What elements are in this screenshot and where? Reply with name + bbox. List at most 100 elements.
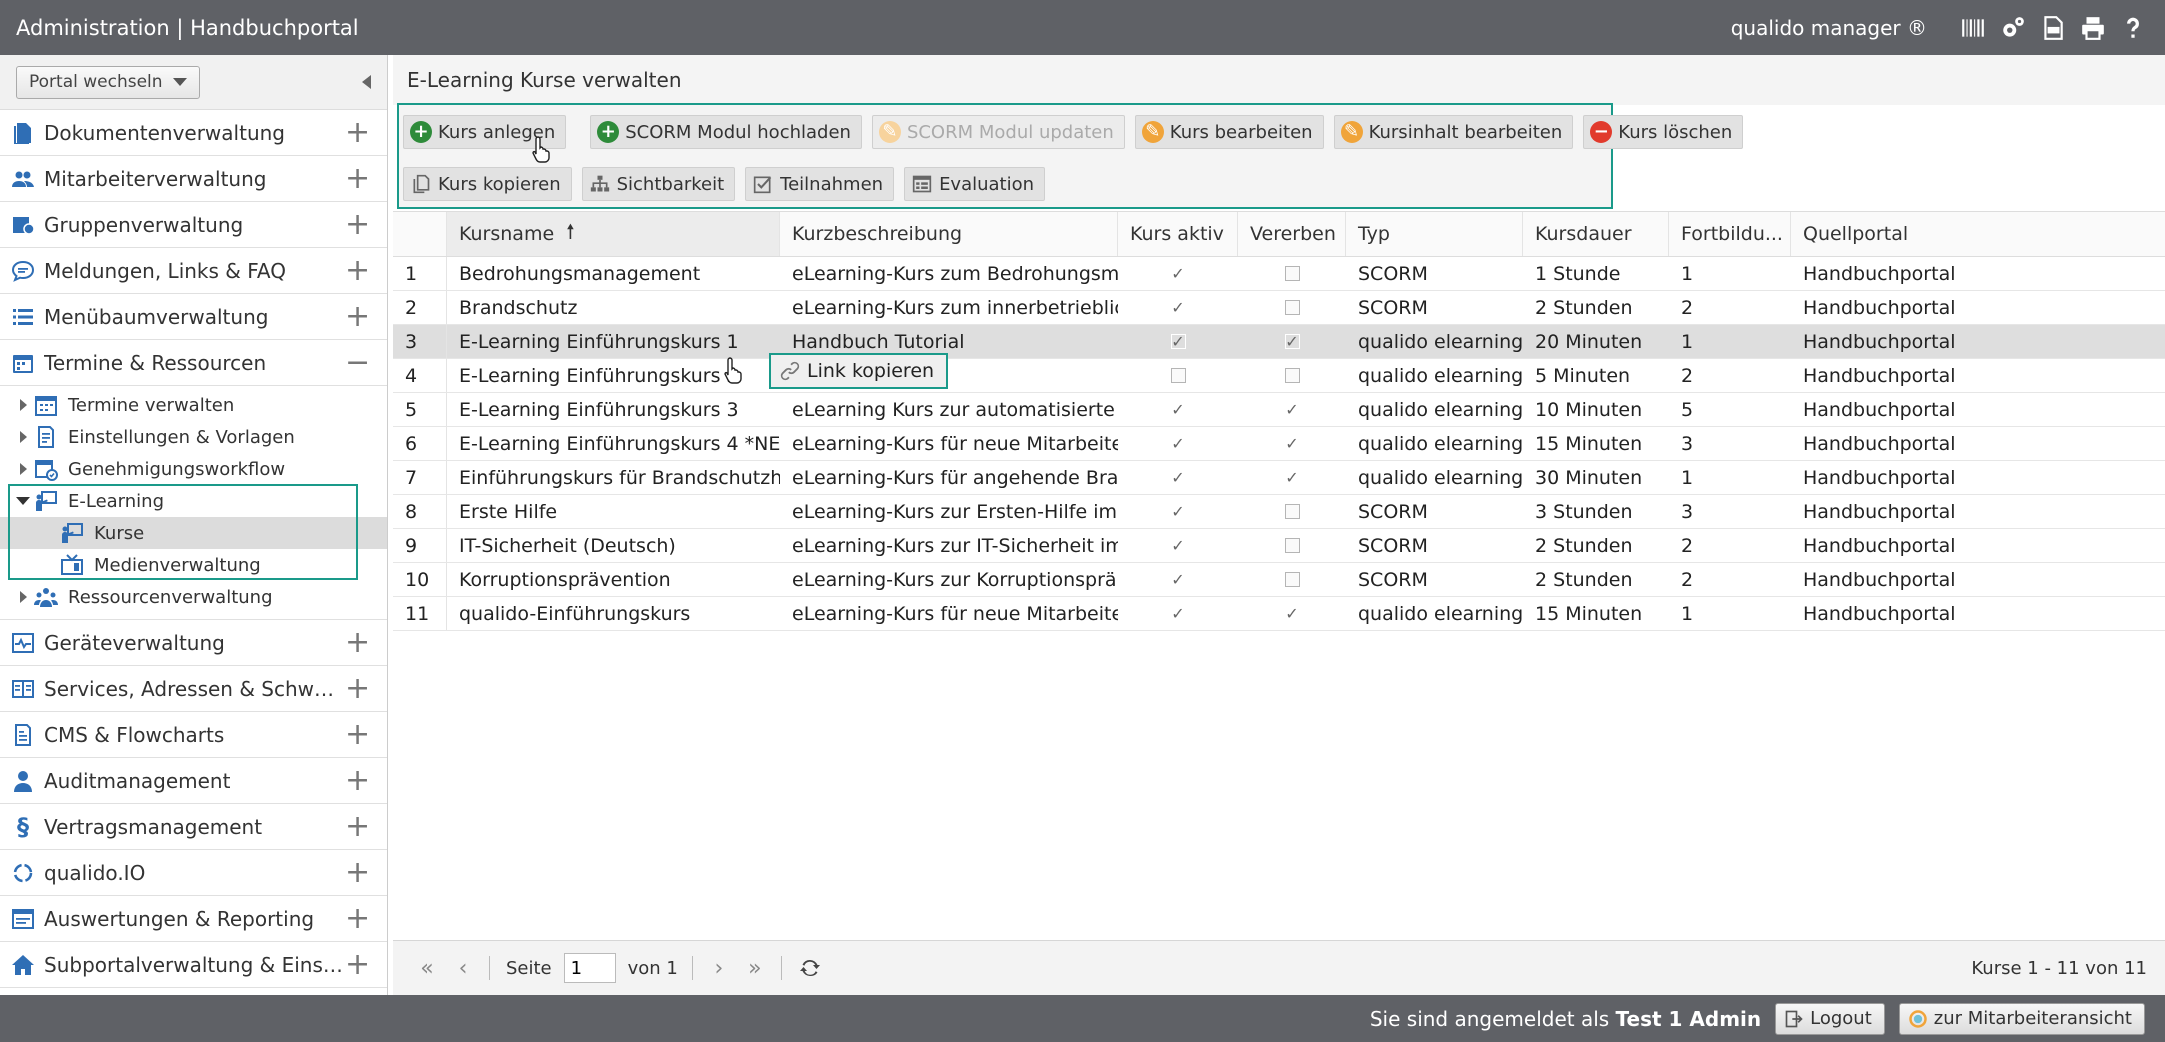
visibility-button[interactable]: Sichtbarkeit	[581, 167, 736, 201]
evaluation-button[interactable]: Evaluation	[904, 167, 1046, 201]
header-fortbildung[interactable]: Fortbildu...	[1669, 212, 1791, 256]
expand-arrow-icon[interactable]	[14, 431, 32, 443]
table-row[interactable]: 4E-Learning Einführungskurs 2alqualido e…	[393, 359, 2165, 393]
cell-typ: qualido elearning	[1358, 466, 1523, 489]
settings-icon[interactable]	[1993, 8, 2033, 48]
nav-menu-tree-management[interactable]: Menübaumverwaltung +	[0, 294, 387, 340]
nav-reporting[interactable]: Auswertungen & Reporting +	[0, 896, 387, 942]
table-row[interactable]: 1 Bedrohungsmanagement eLearning-Kurs zum …	[393, 257, 2165, 291]
logout-button[interactable]: Logout	[1775, 1002, 1885, 1035]
employee-view-button[interactable]: zur Mitarbeiteransicht	[1898, 1002, 2145, 1035]
expand-plus-icon[interactable]: +	[345, 673, 370, 704]
button-label: Kurs löschen	[1618, 121, 1733, 143]
pager-separator	[780, 956, 782, 980]
copy-link-tooltip[interactable]: Link kopieren	[769, 353, 949, 389]
last-page-icon[interactable]: »	[737, 956, 773, 981]
table-row[interactable]: 2 Brandschutz eLearning-Kurs zum innerbetr…	[393, 291, 2165, 325]
expand-arrow-icon[interactable]	[14, 591, 32, 603]
copy-course-button[interactable]: Kurs kopieren	[403, 167, 572, 201]
cell-kursname: qualido-Einführungskurs	[459, 602, 691, 625]
tree-item-einstellungen-vorlagen[interactable]: Einstellungen & Vorlagen	[0, 421, 387, 453]
nav-services-addresses[interactable]: Services, Adressen & Schwarze... +	[0, 666, 387, 712]
add-course-button[interactable]: + Kurs anlegen	[403, 115, 567, 149]
collapse-minus-icon[interactable]: −	[345, 347, 370, 378]
nav-subportal-management[interactable]: Subportalverwaltung & Einstell... +	[0, 942, 387, 988]
expand-plus-icon[interactable]: +	[345, 811, 370, 842]
barcode-icon[interactable]	[1953, 8, 1993, 48]
portal-switch-button[interactable]: Portal wechseln	[16, 65, 200, 99]
edit-course-button[interactable]: ✎ Kurs bearbeiten	[1134, 115, 1324, 149]
previous-page-icon[interactable]: ‹	[445, 956, 481, 981]
expand-plus-icon[interactable]: +	[345, 627, 370, 658]
calendar-icon	[10, 350, 36, 376]
cell-typ: qualido elearning	[1358, 398, 1523, 421]
print-icon[interactable]	[2073, 8, 2113, 48]
header-kurzbeschreibung[interactable]: Kurzbeschreibung	[780, 212, 1118, 256]
expand-plus-icon[interactable]: +	[345, 163, 370, 194]
nav-contract-management[interactable]: § Vertragsmanagement +	[0, 804, 387, 850]
expand-arrow-icon[interactable]	[14, 399, 32, 411]
xlsx-icon[interactable]	[2033, 8, 2073, 48]
expand-plus-icon[interactable]: +	[345, 949, 370, 980]
page-input[interactable]	[563, 953, 616, 983]
scorm-upload-button[interactable]: + SCORM Modul hochladen	[590, 115, 862, 149]
next-page-icon[interactable]: ›	[701, 956, 737, 981]
table-row[interactable]: 6 E-Learning Einführungskurs 4 *NEU* eLear…	[393, 427, 2165, 461]
nav-audit-management[interactable]: Auditmanagement +	[0, 758, 387, 804]
expand-plus-icon[interactable]: +	[345, 857, 370, 888]
app-title: Administration | Handbuchportal	[16, 15, 359, 40]
nav-group-management[interactable]: Gruppenverwaltung +	[0, 202, 387, 248]
header-typ[interactable]: Typ	[1346, 212, 1523, 256]
expand-plus-icon[interactable]: +	[345, 255, 370, 286]
nav-device-management[interactable]: Geräteverwaltung +	[0, 620, 387, 666]
pager-separator	[489, 956, 490, 980]
delete-course-button[interactable]: − Kurs löschen	[1583, 115, 1744, 149]
tree-item-genehmigungsworkflow[interactable]: Genehmigungsworkflow	[0, 453, 387, 485]
first-page-icon[interactable]: «	[409, 956, 445, 981]
nav-employee-management[interactable]: Mitarbeiterverwaltung +	[0, 156, 387, 202]
scorm-update-button[interactable]: ✎ SCORM Modul updaten	[871, 115, 1125, 149]
header-quellportal[interactable]: Quellportal	[1791, 212, 2141, 256]
help-icon[interactable]	[2113, 8, 2153, 48]
expand-plus-icon[interactable]: +	[345, 301, 370, 332]
expand-plus-icon[interactable]: +	[345, 117, 370, 148]
header-kurs-aktiv[interactable]: Kurs aktiv	[1118, 212, 1238, 256]
expand-plus-icon[interactable]: +	[345, 903, 370, 934]
expand-plus-icon[interactable]: +	[345, 765, 370, 796]
expand-arrow-icon[interactable]	[14, 463, 32, 475]
nav-cms-flowcharts[interactable]: CMS & Flowcharts +	[0, 712, 387, 758]
participation-button[interactable]: Teilnahmen	[745, 167, 895, 201]
nav-appointments-resources[interactable]: Termine & Ressourcen −	[0, 340, 387, 386]
header-kursname[interactable]: Kursname 🠕	[447, 212, 780, 256]
nav-label: Geräteverwaltung	[44, 630, 225, 655]
expand-plus-icon[interactable]: +	[345, 719, 370, 750]
table-row[interactable]: 10 Korruptionsprävention eLearning-Kurs zu…	[393, 563, 2165, 597]
header-vererben[interactable]: Vererben	[1238, 212, 1346, 256]
table-row[interactable]: 7 Einführungskurs für Brandschutzh... eLea…	[393, 461, 2165, 495]
tree-label: Einstellungen & Vorlagen	[68, 426, 295, 448]
button-label: Kurs bearbeiten	[1169, 121, 1313, 143]
tree-item-termine-verwalten[interactable]: Termine verwalten	[0, 389, 387, 421]
edit-course-content-button[interactable]: ✎ Kursinhalt bearbeiten	[1333, 115, 1574, 149]
tree-item-kurse[interactable]: Kurse	[0, 517, 387, 549]
table-row[interactable]: 3 E-Learning Einführungskurs 1 Handbuch Tu…	[393, 325, 2165, 359]
nav-qualido-io[interactable]: qualido.IO +	[0, 850, 387, 896]
cell-fortbildung: 2	[1681, 568, 1694, 591]
header-kursdauer[interactable]: Kursdauer	[1523, 212, 1669, 256]
collapse-arrow-icon[interactable]	[14, 497, 32, 505]
cell-typ: qualido elearning	[1358, 432, 1523, 455]
tree-item-ressourcenverwaltung[interactable]: Ressourcenverwaltung	[0, 581, 387, 613]
table-row[interactable]: 9 IT-Sicherheit (Deutsch) eLearning-Kurs z…	[393, 529, 2165, 563]
refresh-icon[interactable]	[790, 956, 830, 980]
expand-plus-icon[interactable]: +	[345, 209, 370, 240]
cell-fortbildung: 1	[1681, 602, 1694, 625]
nav-document-management[interactable]: Dokumentenverwaltung +	[0, 110, 387, 156]
table-row[interactable]: 8 Erste Hilfe eLearning-Kurs zur Ersten-Hi…	[393, 495, 2165, 529]
nav-messages-links-faq[interactable]: Meldungen, Links & FAQ +	[0, 248, 387, 294]
cell-quellportal: Handbuchportal	[1803, 466, 1956, 489]
table-row[interactable]: 5 E-Learning Einführungskurs 3 eLearning K…	[393, 393, 2165, 427]
tree-item-e-learning[interactable]: E-Learning	[0, 485, 387, 517]
collapse-sidebar-icon[interactable]	[362, 75, 371, 89]
table-row[interactable]: 11 qualido-Einführungskurs eLearning-Kurs …	[393, 597, 2165, 631]
tree-item-medienverwaltung[interactable]: Medienverwaltung	[0, 549, 387, 581]
